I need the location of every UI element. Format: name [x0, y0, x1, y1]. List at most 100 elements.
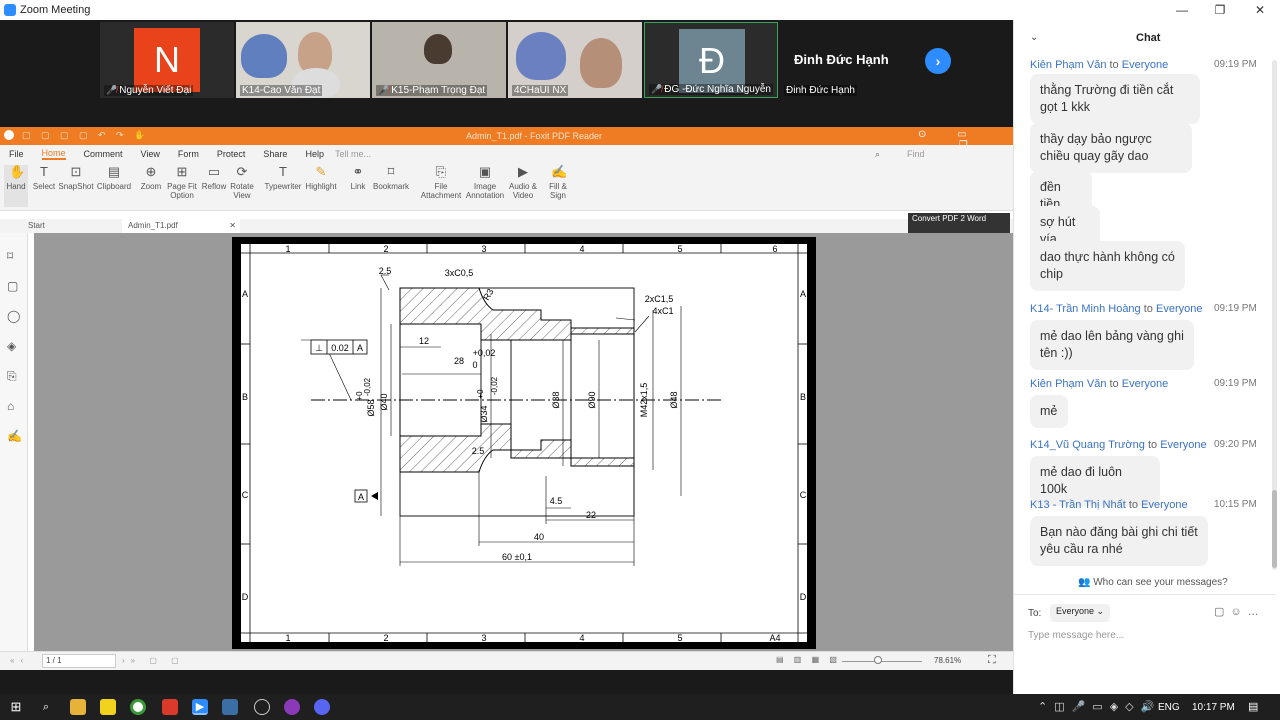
- discord-icon[interactable]: [314, 699, 330, 715]
- menu-home[interactable]: Home: [41, 148, 66, 160]
- next-participants-button[interactable]: ›: [925, 48, 951, 74]
- svg-text:Ø34: Ø34: [479, 405, 489, 422]
- chat-bubble[interactable]: Bạn nào đăng bài ghi chi tiết yêu cầu ra…: [1030, 516, 1208, 566]
- zoom-app-icon[interactable]: ▶: [192, 699, 208, 715]
- signature-panel-icon[interactable]: ✍: [7, 429, 22, 443]
- clipboard-tool[interactable]: ▤ Clipboard: [96, 165, 132, 192]
- reflow-tool[interactable]: ▭ Reflow: [200, 164, 228, 192]
- tab-admin-pdf[interactable]: Admin_T1.pdf ✕: [122, 219, 240, 233]
- zoom-tool[interactable]: ⊕ Zoom: [138, 165, 164, 192]
- left-panel: ⌑ ▢ ◯ ◈ ⎘ ⌂ ✍: [0, 233, 28, 657]
- photos-icon[interactable]: [222, 699, 238, 715]
- participant-tile[interactable]: Đ 🎤̸ ĐG -Đức Nghĩa Nguyễn: [644, 22, 778, 98]
- file-emoji-more-icons[interactable]: ▢☺…: [1214, 605, 1265, 618]
- svg-text:2.5: 2.5: [379, 266, 392, 276]
- layers-panel-icon[interactable]: ◈: [7, 339, 16, 353]
- participant-name: ĐG -Đức Nghĩa Nguyễn: [664, 84, 771, 95]
- highlight-tool[interactable]: ✎ Highlight: [304, 165, 338, 192]
- chrome-icon[interactable]: [130, 699, 146, 715]
- menu-file[interactable]: File: [9, 149, 24, 159]
- comments-panel-icon[interactable]: ◯: [7, 309, 20, 323]
- page-nav-next-last-icons[interactable]: ›» ▢ ▢: [122, 656, 185, 665]
- chat-scrollbar[interactable]: [1272, 60, 1277, 570]
- bookmark-tool[interactable]: ⌑ Bookmark: [372, 165, 410, 192]
- attachments-panel-icon[interactable]: ⎘: [7, 369, 17, 384]
- page-nav-first-prev-icons[interactable]: «‹: [10, 656, 29, 665]
- menu-comment[interactable]: Comment: [84, 149, 123, 159]
- language-indicator[interactable]: ENG: [1158, 702, 1180, 713]
- pages-panel-icon[interactable]: ▢: [7, 279, 18, 293]
- fill-sign-tool[interactable]: ✍ Fill & Sign: [544, 165, 572, 201]
- hand-tool[interactable]: ✋ Hand: [4, 165, 28, 207]
- convert-pdf-word-button[interactable]: Convert PDF 2 Word: [908, 213, 1010, 233]
- participant-name: Nguyễn Viết Đại: [119, 85, 192, 96]
- app-icon[interactable]: [284, 699, 300, 715]
- message-input[interactable]: Type message here...: [1028, 630, 1124, 641]
- recipient-dropdown[interactable]: Everyone ⌄: [1050, 604, 1111, 622]
- participant-tile[interactable]: Đinh Đức Hạnh Đinh Đức Hạnh: [780, 22, 914, 98]
- sender-name: Kiên Phạm Văn: [1030, 59, 1107, 71]
- file-explorer-icon[interactable]: [70, 699, 86, 715]
- sticky-notes-icon[interactable]: [100, 699, 116, 715]
- audio-video-tool[interactable]: ▶ Audio & Video: [508, 165, 538, 201]
- menu-view[interactable]: View: [141, 149, 160, 159]
- view-mode-icons[interactable]: ▤ ▥ ▦ ▧: [776, 655, 841, 664]
- participant-tile[interactable]: 🎤̸ K15-Phạm Trọng Đạt: [372, 22, 506, 98]
- tell-me-input[interactable]: Tell me...: [335, 149, 371, 159]
- who-can-see-link[interactable]: 👥 Who can see your messages?: [1078, 577, 1228, 588]
- foxit-titlebar: ▢ ▢ ▢ ▢ ↶ ↷ ✋ Admin_T1.pdf - Foxit PDF R…: [0, 127, 1013, 162]
- close-icon[interactable]: ✕: [1240, 0, 1280, 20]
- menu-protect[interactable]: Protect: [217, 149, 246, 159]
- security-panel-icon[interactable]: ⌂: [7, 399, 14, 413]
- file-attachment-tool[interactable]: ⎘ File Attachment: [420, 165, 462, 201]
- settings-icon[interactable]: [254, 699, 270, 715]
- svg-text:B: B: [242, 392, 248, 402]
- chat-bubble[interactable]: mẻ dao lên bảng vàng ghi tên :)): [1030, 320, 1194, 370]
- zoom-slider[interactable]: [842, 661, 922, 662]
- clock[interactable]: 10:17 PM: [1192, 702, 1235, 713]
- chat-bubble[interactable]: mẻ: [1030, 395, 1068, 428]
- zoom-level[interactable]: 78.61%: [934, 656, 961, 665]
- participant-tile[interactable]: N 🎤̸ Nguyễn Viết Đại: [100, 22, 234, 98]
- menu-help[interactable]: Help: [305, 149, 324, 159]
- foxit-title: Admin_T1.pdf - Foxit PDF Reader: [466, 131, 603, 141]
- menu-form[interactable]: Form: [178, 149, 199, 159]
- participant-name: Đinh Đức Hạnh: [786, 85, 855, 96]
- chat-scrollbar-thumb[interactable]: [1272, 490, 1277, 568]
- link-tool[interactable]: ⚭ Link: [346, 165, 370, 192]
- chat-bubble[interactable]: dao thực hành không có chip: [1030, 241, 1185, 291]
- page-number-input[interactable]: 1 / 1: [42, 654, 116, 668]
- windows-start-icon[interactable]: ⊞: [8, 699, 24, 715]
- find-input[interactable]: Find: [907, 149, 925, 159]
- pdf-app-icon[interactable]: [162, 699, 178, 715]
- reflow-icon: ▭: [207, 164, 221, 179]
- sender-name: K14_Vũ Quang Trường: [1030, 439, 1145, 451]
- participants-strip: N 🎤̸ Nguyễn Viết Đại K14-Cao Văn Đạt 🎤̸ K1…: [0, 20, 1013, 127]
- page-fit-tool[interactable]: ⊞ Page Fit Option: [166, 164, 198, 201]
- participant-tile[interactable]: 4CHaUI NX: [508, 22, 642, 98]
- select-tool[interactable]: T Select: [32, 165, 56, 192]
- tray-icons[interactable]: ⌃◫🎤▭◈◇🔊: [1038, 700, 1161, 713]
- notifications-icon[interactable]: ▤: [1248, 700, 1258, 713]
- fullscreen-icon[interactable]: ⛶: [988, 654, 996, 667]
- typewriter-tool[interactable]: T Typewriter: [262, 165, 304, 192]
- participant-name: 4CHaUI NX: [514, 85, 567, 96]
- zoom-slider-thumb[interactable]: [874, 656, 882, 664]
- find-icon[interactable]: ⌕: [875, 149, 880, 160]
- tab-close-icon[interactable]: ✕: [229, 221, 236, 230]
- maximize-icon[interactable]: ❐: [1200, 0, 1240, 20]
- snapshot-tool[interactable]: ⊡ SnapShot: [58, 165, 94, 192]
- chat-bubble[interactable]: thầy dạy bảo ngược chiều quay gãy dao: [1030, 123, 1192, 173]
- chat-bubble[interactable]: thằng Trường đi tiền cắt gọt 1 kkk: [1030, 74, 1200, 124]
- page-fit-icon: ⊞: [176, 164, 188, 179]
- search-icon[interactable]: ⌕: [38, 699, 54, 715]
- rotate-view-tool[interactable]: ⟳ Rotate View: [228, 165, 256, 201]
- minimize-icon[interactable]: —: [1162, 0, 1202, 20]
- quick-access-icons[interactable]: ▢ ▢ ▢ ▢ ↶ ↷ ✋: [22, 130, 149, 141]
- menu-share[interactable]: Share: [263, 149, 287, 159]
- tab-start[interactable]: Start: [28, 221, 45, 230]
- image-annotation-tool[interactable]: ▣ Image Annotation: [464, 165, 506, 201]
- participant-tile[interactable]: K14-Cao Văn Đạt: [236, 22, 370, 98]
- collapse-chevron-icon[interactable]: ⌄: [1030, 32, 1038, 43]
- bookmark-panel-icon[interactable]: ⌑: [7, 249, 13, 263]
